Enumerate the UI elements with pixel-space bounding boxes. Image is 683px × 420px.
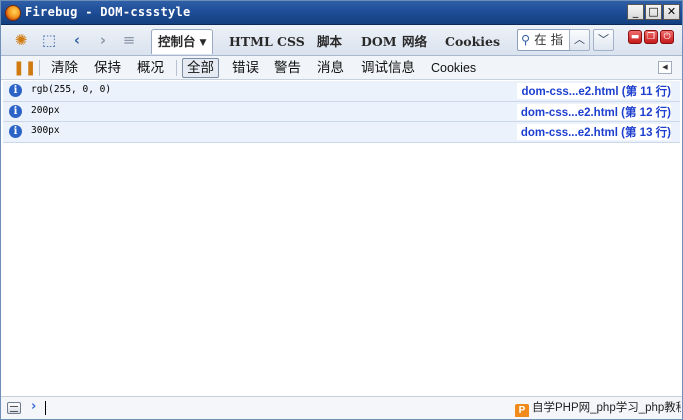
- command-editor-icon[interactable]: ≡: [119, 30, 139, 50]
- watermark-text: 自学PHP网_php学习_php教程: [532, 402, 681, 414]
- filter-cookies-button[interactable]: Cookies: [431, 58, 476, 78]
- tab-cookies[interactable]: Cookies: [445, 31, 500, 53]
- log-message: 200px: [31, 104, 60, 116]
- info-icon: i: [9, 104, 22, 118]
- firefox-logo-icon: [5, 5, 21, 21]
- window-title: Firebug - DOM-cssstyle: [25, 5, 191, 19]
- watermark: P 自学PHP网_php学习_php教程: [515, 400, 681, 417]
- tab-script[interactable]: 脚本: [317, 31, 342, 53]
- collapse-panel-icon[interactable]: ◀: [658, 61, 672, 74]
- source-link[interactable]: dom-css...e2.html (第 12 行): [516, 103, 671, 120]
- chevron-down-icon[interactable]: ▼: [200, 31, 207, 55]
- log-row: i 300px dom-css...e2.html (第 13 行): [3, 122, 680, 143]
- toolbar-divider: [39, 60, 40, 76]
- minimize-firebug-button[interactable]: ▬: [628, 30, 642, 44]
- title-bar[interactable]: Firebug - DOM-cssstyle _ □ ✕: [1, 1, 682, 25]
- clear-button[interactable]: 清除: [51, 58, 78, 78]
- filter-warnings-button[interactable]: 警告: [274, 58, 301, 78]
- console-toolbar: ❚❚ 清除 保持 概况 全部 错误 警告 消息 调试信息 Cookies ◀: [1, 56, 682, 80]
- log-row: i 200px dom-css...e2.html (第 12 行): [3, 101, 680, 122]
- forward-icon[interactable]: ›: [93, 30, 113, 50]
- main-toolbar: ✺ ⬚ ‹ › ≡ 控制台 ▼ HTML CSS 脚本 DOM 网络 Cookie…: [1, 25, 682, 56]
- search-prev-button[interactable]: ︿: [569, 29, 590, 51]
- info-icon: i: [9, 125, 22, 138]
- tab-css[interactable]: CSS: [277, 31, 305, 53]
- filter-errors-button[interactable]: 错误: [232, 58, 259, 78]
- tab-dom[interactable]: DOM: [361, 31, 397, 53]
- watermark-logo-icon: P: [515, 404, 529, 417]
- info-icon: i: [9, 84, 22, 97]
- firebug-window: Firebug - DOM-cssstyle _ □ ✕ ✺ ⬚ ‹ › ≡ 控…: [0, 0, 683, 420]
- toolbar-divider: [176, 60, 177, 76]
- tab-net[interactable]: 网络: [402, 31, 427, 53]
- inspect-icon[interactable]: ⬚: [39, 30, 59, 50]
- command-menu-icon[interactable]: [7, 402, 21, 414]
- minimize-button[interactable]: _: [627, 4, 644, 20]
- command-input[interactable]: [45, 401, 46, 415]
- console-log: i rgb(255, 0, 0) dom-css...e2.html (第 11…: [3, 81, 680, 143]
- maximize-button[interactable]: □: [645, 4, 662, 20]
- search-next-button[interactable]: ﹀: [593, 29, 614, 51]
- tab-console[interactable]: 控制台 ▼: [151, 29, 214, 55]
- source-link[interactable]: dom-css...e2.html (第 13 行): [516, 124, 671, 140]
- source-link[interactable]: dom-css...e2.html (第 11 行): [517, 83, 671, 99]
- command-prompt: ›: [31, 399, 37, 414]
- profile-button[interactable]: 概况: [137, 58, 164, 78]
- back-icon[interactable]: ‹: [67, 30, 87, 50]
- command-line-bar: › P 自学PHP网_php学习_php教程: [1, 396, 682, 419]
- filter-debug-button[interactable]: 调试信息: [361, 58, 415, 78]
- persist-button[interactable]: 保持: [94, 58, 121, 78]
- tab-html[interactable]: HTML: [229, 31, 273, 53]
- filter-all-button[interactable]: 全部: [182, 58, 219, 78]
- power-off-icon[interactable]: ⏻: [660, 30, 674, 44]
- search-icon: ⚲: [521, 32, 531, 47]
- log-message: 300px: [31, 125, 60, 136]
- search-text: 在 指: [534, 32, 564, 47]
- filter-info-button[interactable]: 消息: [317, 58, 344, 78]
- detach-firebug-button[interactable]: ❐: [644, 30, 658, 44]
- tab-console-label: 控制台: [158, 34, 196, 49]
- search-input[interactable]: ⚲ 在 指: [517, 29, 572, 51]
- break-on-error-icon[interactable]: ❚❚: [13, 58, 36, 78]
- close-button[interactable]: ✕: [663, 4, 680, 20]
- firebug-icon[interactable]: ✺: [11, 30, 31, 50]
- log-row: i rgb(255, 0, 0) dom-css...e2.html (第 11…: [3, 81, 680, 102]
- log-message: rgb(255, 0, 0): [31, 84, 112, 95]
